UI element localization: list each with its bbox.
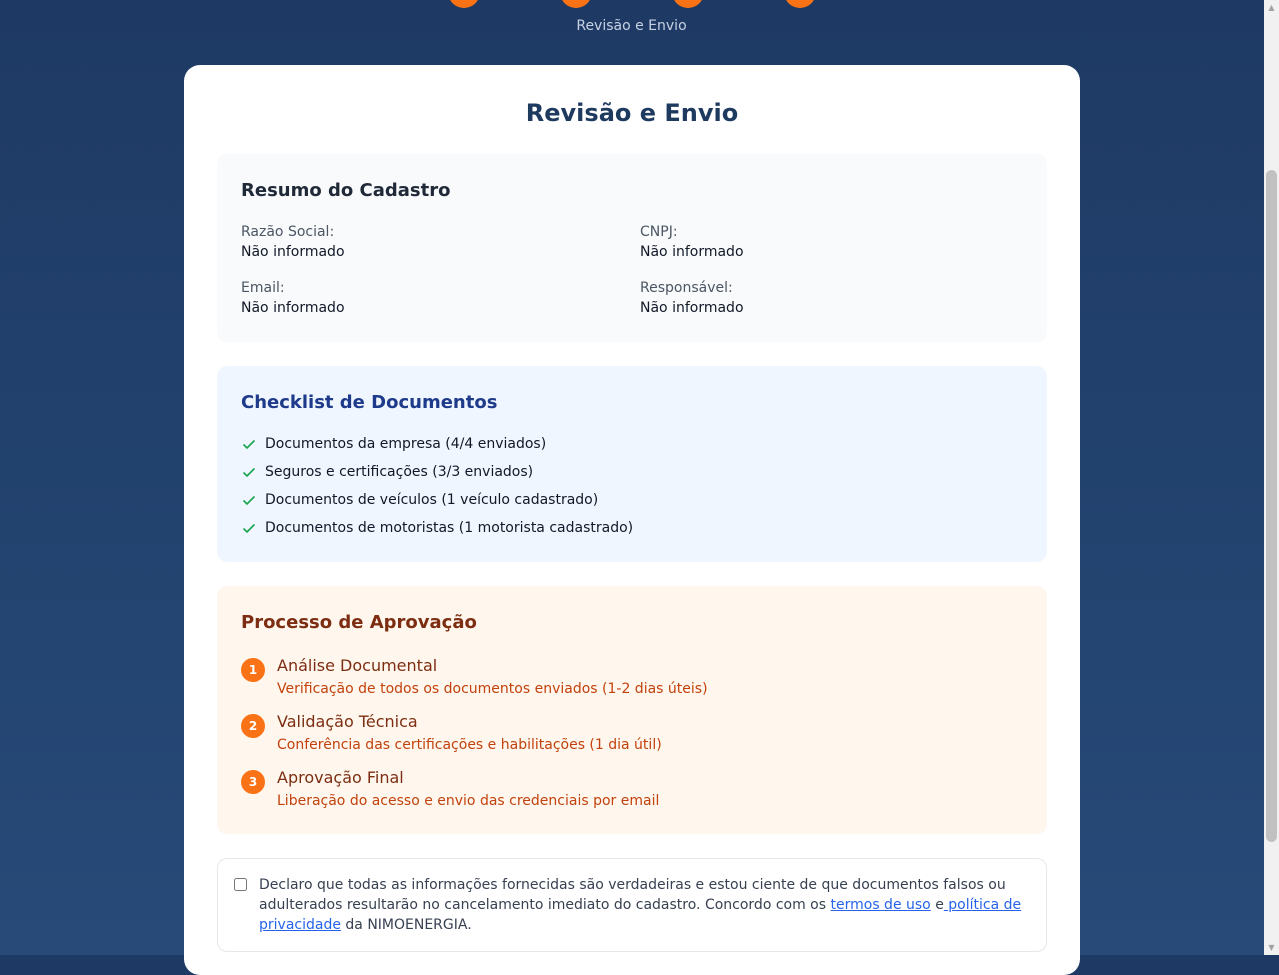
approval-title: Processo de Aprovação	[241, 612, 477, 633]
checklist-item: Documentos de veículos (1 veículo cadast…	[241, 490, 598, 510]
step-description: Conferência das certificações e habilita…	[277, 737, 662, 753]
field-label: Email:	[241, 280, 285, 296]
step-number-badge: 3	[241, 770, 265, 794]
step-indicator-3[interactable]	[672, 0, 704, 8]
step-number-badge: 2	[241, 714, 265, 738]
page-scrollbar[interactable]: ▲ ▼	[1264, 0, 1279, 955]
declaration-connector: e	[930, 897, 944, 913]
step-title: Aprovação Final	[277, 768, 404, 787]
step-title: Validação Técnica	[277, 712, 418, 731]
document-checklist-panel: Checklist de Documentos Documentos da em…	[217, 366, 1047, 562]
checklist-item-text: Seguros e certificações (3/3 enviados)	[265, 464, 534, 480]
step-title: Análise Documental	[277, 656, 438, 675]
declaration-checkbox[interactable]	[234, 878, 247, 891]
check-icon	[242, 523, 256, 534]
scroll-down-icon[interactable]: ▼	[1264, 940, 1279, 955]
approval-step: 3 Aprovação Final Liberação do acesso e …	[241, 768, 1021, 812]
check-icon	[242, 495, 256, 506]
checklist-item-text: Documentos de veículos (1 veículo cadast…	[265, 492, 599, 508]
checklist-item-text: Documentos de motoristas (1 motorista ca…	[265, 520, 634, 536]
declaration-box: Declaro que todas as informações forneci…	[217, 858, 1047, 952]
step-description: Liberação do acesso e envio das credenci…	[277, 793, 660, 809]
check-icon	[242, 439, 256, 450]
step-indicator-4[interactable]	[784, 0, 816, 8]
checklist-title: Checklist de Documentos	[241, 392, 498, 413]
check-icon	[242, 467, 256, 478]
checklist-item-text: Documentos da empresa (4/4 enviados)	[265, 436, 547, 452]
terms-of-use-link[interactable]: termos de uso	[831, 897, 931, 913]
summary-title: Resumo do Cadastro	[241, 180, 451, 201]
field-value: Não informado	[640, 300, 744, 316]
page-title: Revisão e Envio	[525, 99, 739, 127]
review-card: Revisão e Envio Resumo do Cadastro Razão…	[184, 65, 1080, 975]
field-label: Responsável:	[640, 280, 733, 296]
scrollbar-thumb[interactable]	[1266, 170, 1277, 842]
registration-summary-panel: Resumo do Cadastro Razão Social: Não inf…	[217, 154, 1047, 342]
approval-process-panel: Processo de Aprovação 1 Análise Document…	[217, 586, 1047, 834]
checklist-item: Seguros e certificações (3/3 enviados)	[241, 462, 533, 482]
step-number-badge: 1	[241, 658, 265, 682]
summary-field-email: Email: Não informado	[241, 278, 345, 318]
scroll-up-icon[interactable]: ▲	[1264, 0, 1279, 15]
field-value: Não informado	[241, 300, 345, 316]
step-indicator-2[interactable]	[560, 0, 592, 8]
field-value: Não informado	[241, 244, 345, 260]
summary-field-company-name: Razão Social: Não informado	[241, 222, 345, 262]
step-indicator-1[interactable]	[448, 0, 480, 8]
checklist-item: Documentos de motoristas (1 motorista ca…	[241, 518, 633, 538]
approval-step: 2 Validação Técnica Conferência das cert…	[241, 712, 1021, 756]
approval-step: 1 Análise Documental Verificação de todo…	[241, 656, 1021, 700]
declaration-text: Declaro que todas as informações forneci…	[259, 875, 1029, 935]
field-label: CNPJ:	[640, 224, 678, 240]
field-value: Não informado	[640, 244, 744, 260]
summary-field-responsible: Responsável: Não informado	[640, 278, 744, 318]
field-label: Razão Social:	[241, 224, 335, 240]
current-step-label: Revisão e Envio	[576, 18, 687, 34]
checklist-item: Documentos da empresa (4/4 enviados)	[241, 434, 546, 454]
summary-field-cnpj: CNPJ: Não informado	[640, 222, 744, 262]
step-description: Verificação de todos os documentos envia…	[277, 681, 708, 697]
declaration-text-after: da NIMOENERGIA.	[340, 917, 472, 933]
